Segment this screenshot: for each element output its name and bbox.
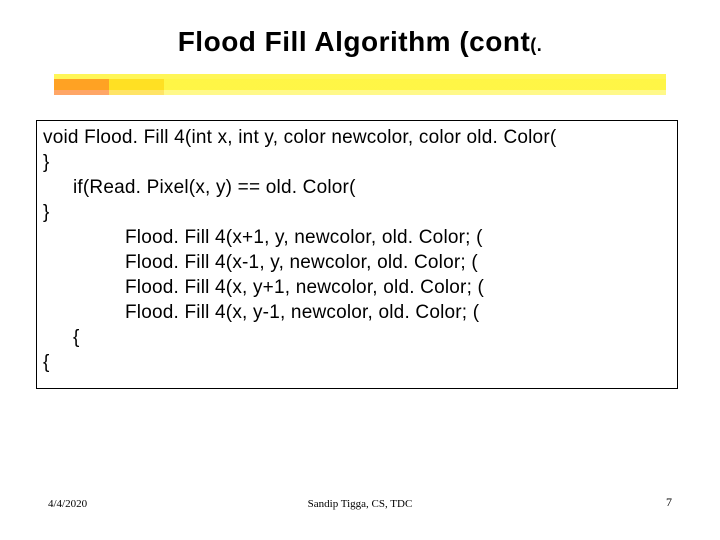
slide-title: Flood Fill Algorithm (cont(. bbox=[0, 26, 720, 58]
code-line: Flood. Fill 4(x, y-1, newcolor, old. Col… bbox=[43, 300, 671, 325]
title-main: Flood Fill Algorithm (cont bbox=[178, 26, 531, 57]
code-line: Flood. Fill 4(x, y+1, newcolor, old. Col… bbox=[43, 275, 671, 300]
code-box: void Flood. Fill 4(int x, int y, color n… bbox=[36, 120, 678, 389]
code-line: void Flood. Fill 4(int x, int y, color n… bbox=[43, 125, 671, 150]
slide: Flood Fill Algorithm (cont(. void Flood.… bbox=[0, 0, 720, 540]
title-suffix: (. bbox=[530, 35, 542, 55]
title-underline-highlight bbox=[54, 74, 666, 98]
footer-page-number: 7 bbox=[666, 495, 672, 510]
footer-author: Sandip Tigga, CS, TDC bbox=[0, 498, 720, 510]
code-line: if(Read. Pixel(x, y) == old. Color( bbox=[43, 175, 671, 200]
code-line: } bbox=[43, 150, 671, 175]
code-line: Flood. Fill 4(x+1, y, newcolor, old. Col… bbox=[43, 225, 671, 250]
code-line: { bbox=[43, 325, 671, 350]
code-line: { bbox=[43, 350, 671, 375]
code-line: } bbox=[43, 200, 671, 225]
highlight-gradient bbox=[54, 79, 666, 95]
code-line: Flood. Fill 4(x-1, y, newcolor, old. Col… bbox=[43, 250, 671, 275]
